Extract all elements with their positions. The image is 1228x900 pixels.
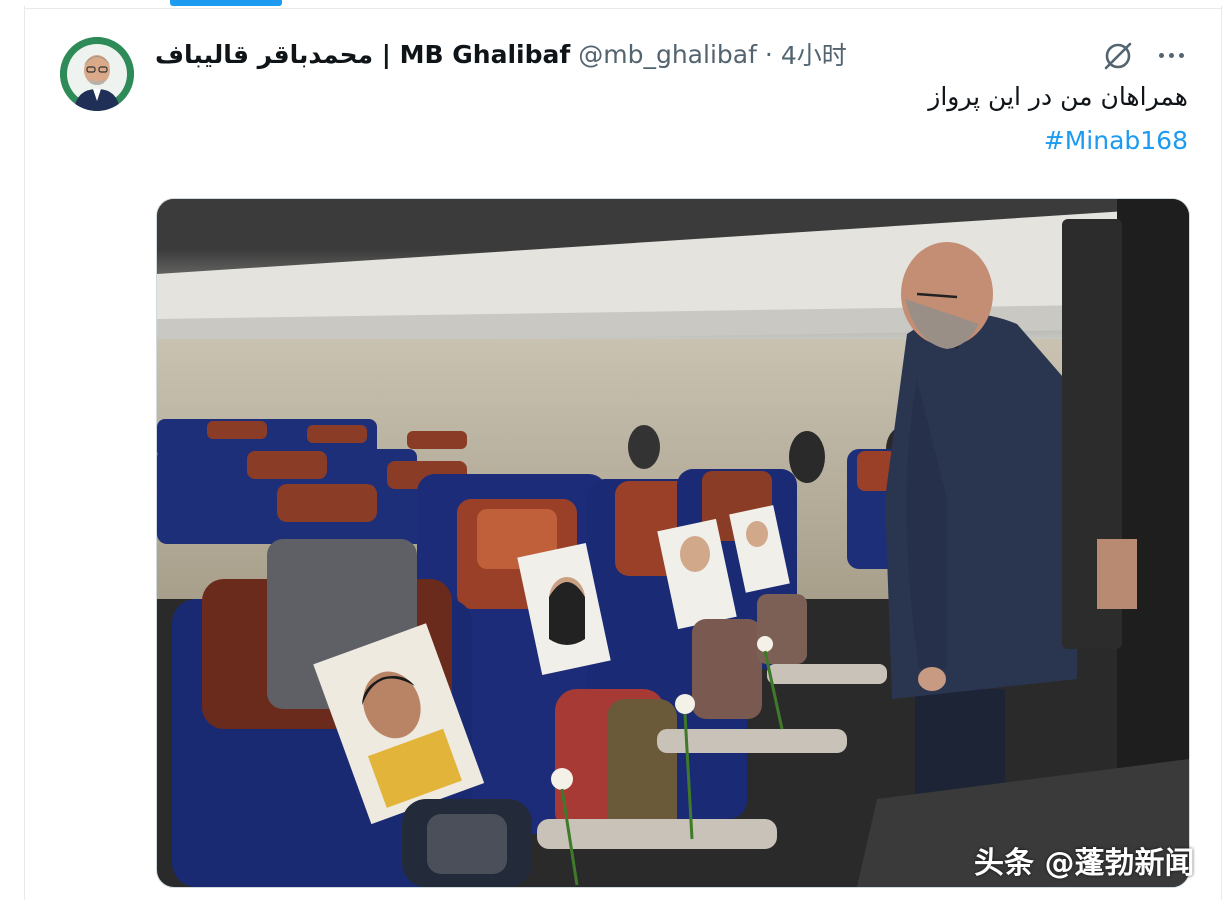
card-border — [1221, 6, 1222, 900]
tweet-text: همراهان من در این پرواز — [928, 82, 1188, 111]
tweet-header: محمدباقر قالیباف | MB Ghalibaf @mb_ghali… — [155, 36, 895, 72]
avatar-portrait — [60, 37, 134, 111]
post-time[interactable]: 4小时 — [781, 36, 847, 72]
active-tab-indicator — [170, 0, 282, 6]
more-options-icon[interactable] — [1154, 42, 1188, 68]
more-dot — [1178, 52, 1184, 58]
watermark: 头条 @蓬勃新闻 — [974, 846, 1195, 881]
author-display-name[interactable]: محمدباقر قالیباف | MB Ghalibaf — [155, 40, 570, 69]
card-border — [24, 8, 1222, 9]
more-dot — [1168, 52, 1174, 58]
card-border — [24, 6, 25, 900]
hashtag-link[interactable]: #Minab168 — [1044, 126, 1188, 155]
more-dot — [1158, 52, 1164, 58]
author-handle[interactable]: @mb_ghalibaf — [578, 40, 757, 69]
airplane-cabin-photo — [157, 199, 1189, 887]
author-avatar[interactable] — [60, 37, 134, 111]
grok-icon[interactable] — [1100, 38, 1136, 74]
separator-dot: · — [764, 39, 773, 69]
tweet-photo[interactable] — [156, 198, 1190, 888]
